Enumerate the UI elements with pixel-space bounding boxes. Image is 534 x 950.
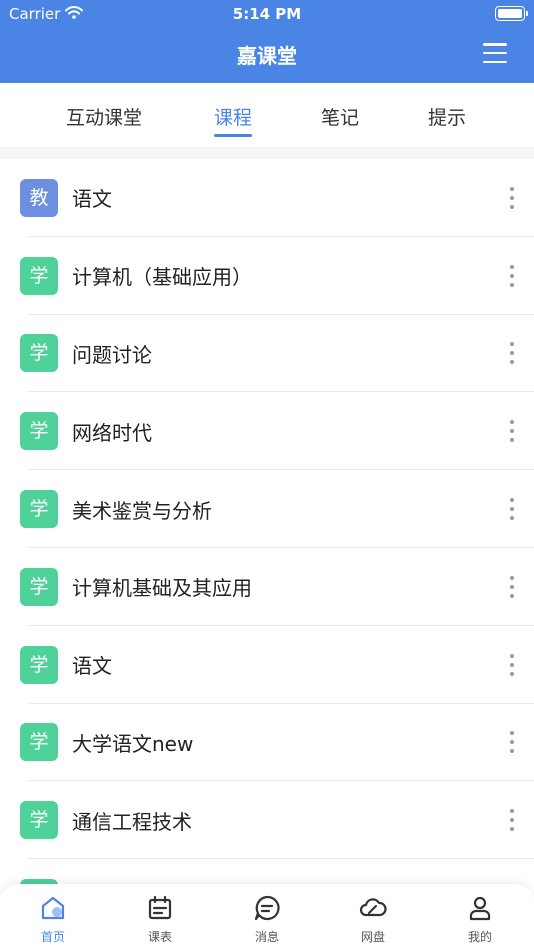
- cloud-icon: [359, 898, 387, 917]
- more-options-icon[interactable]: [508, 420, 516, 443]
- tab-label: 课程: [214, 107, 253, 129]
- more-options-icon[interactable]: [508, 264, 516, 287]
- course-name: 问题讨论: [72, 342, 152, 367]
- tab-label: 互动课堂: [66, 107, 143, 129]
- role-badge-student: 学: [20, 490, 58, 529]
- more-options-icon[interactable]: [508, 498, 516, 521]
- tab-tips[interactable]: 提示: [428, 103, 466, 130]
- tab-label: 提示: [428, 107, 467, 129]
- nav-label: 首页: [40, 930, 65, 944]
- menu-icon-line: [483, 51, 507, 55]
- course-row[interactable]: 学 问题讨论: [0, 315, 534, 393]
- nav-label: 消息: [254, 930, 279, 944]
- home-icon: [41, 896, 65, 920]
- course-row[interactable]: 学 美术鉴赏与分析: [0, 470, 534, 548]
- tab-label: 笔记: [321, 107, 360, 129]
- course-row[interactable]: 学 计算机（基础应用）: [0, 237, 534, 315]
- menu-button[interactable]: [483, 43, 507, 63]
- more-options-icon[interactable]: [508, 186, 516, 209]
- role-badge-student: 学: [20, 256, 58, 295]
- role-badge-teacher: 教: [20, 178, 58, 217]
- calendar-icon: [148, 895, 172, 920]
- status-bar: Carrier 5:14 PM: [0, 0, 534, 28]
- tab-interactive-class[interactable]: 互动课堂: [66, 103, 142, 130]
- role-badge-student: 学: [20, 412, 58, 451]
- course-name: 计算机基础及其应用: [72, 576, 252, 601]
- more-options-icon[interactable]: [508, 575, 516, 598]
- user-icon: [469, 896, 491, 921]
- course-row[interactable]: 学 大学语文new: [0, 704, 534, 782]
- more-options-icon[interactable]: [508, 342, 516, 365]
- section-divider: [0, 147, 534, 159]
- bottom-nav: 首页 课表 消息 网盘 我的: [0, 884, 534, 950]
- tab-active-indicator: [214, 134, 253, 137]
- status-time: 5:14 PM: [232, 5, 302, 23]
- nav-messages[interactable]: 消息: [227, 894, 307, 945]
- course-row[interactable]: 教 语文: [0, 159, 534, 237]
- tab-bar: 互动课堂 课程 笔记 提示: [0, 83, 534, 147]
- more-options-icon[interactable]: [508, 653, 516, 676]
- tab-courses[interactable]: 课程: [214, 103, 253, 137]
- role-badge-student: 学: [20, 723, 58, 762]
- page-title: 嘉课堂: [237, 44, 297, 68]
- more-options-icon[interactable]: [508, 809, 516, 832]
- nav-home[interactable]: 首页: [13, 894, 93, 945]
- message-icon: [254, 895, 280, 921]
- nav-label: 课表: [147, 930, 172, 944]
- nav-cloud-drive[interactable]: 网盘: [333, 894, 413, 945]
- tab-notes[interactable]: 笔记: [321, 103, 359, 130]
- course-row[interactable]: 学 通信工程技术: [0, 781, 534, 859]
- course-name: 计算机（基础应用）: [72, 265, 252, 290]
- course-row[interactable]: 学 网络时代: [0, 392, 534, 470]
- course-name: 网络时代: [72, 420, 152, 445]
- course-name: 通信工程技术: [72, 809, 192, 834]
- app-header: Carrier 5:14 PM 嘉课堂: [0, 0, 534, 83]
- course-row[interactable]: 学 计算机基础及其应用: [0, 548, 534, 626]
- nav-schedule[interactable]: 课表: [120, 894, 200, 945]
- menu-icon-line: [483, 60, 507, 63]
- nav-label: 网盘: [360, 930, 385, 944]
- role-badge-student: 学: [20, 567, 58, 606]
- course-name: 大学语文new: [72, 731, 194, 756]
- role-badge-student: 学: [20, 645, 58, 684]
- more-options-icon[interactable]: [508, 731, 516, 754]
- course-name: 语文: [72, 654, 112, 679]
- role-badge-student: 学: [20, 334, 58, 373]
- course-name: 美术鉴赏与分析: [72, 498, 212, 523]
- battery-icon: [495, 6, 528, 21]
- course-list: 教 语文 学 计算机（基础应用） 学 问题讨论 学 网络时代 学 美术鉴赏与分析…: [0, 159, 534, 888]
- menu-icon-line: [483, 43, 507, 46]
- role-badge-student: 学: [20, 801, 58, 840]
- course-name: 语文: [72, 187, 112, 212]
- nav-label: 我的: [467, 930, 492, 944]
- course-row[interactable]: 学 语文: [0, 626, 534, 704]
- nav-profile[interactable]: 我的: [440, 894, 520, 945]
